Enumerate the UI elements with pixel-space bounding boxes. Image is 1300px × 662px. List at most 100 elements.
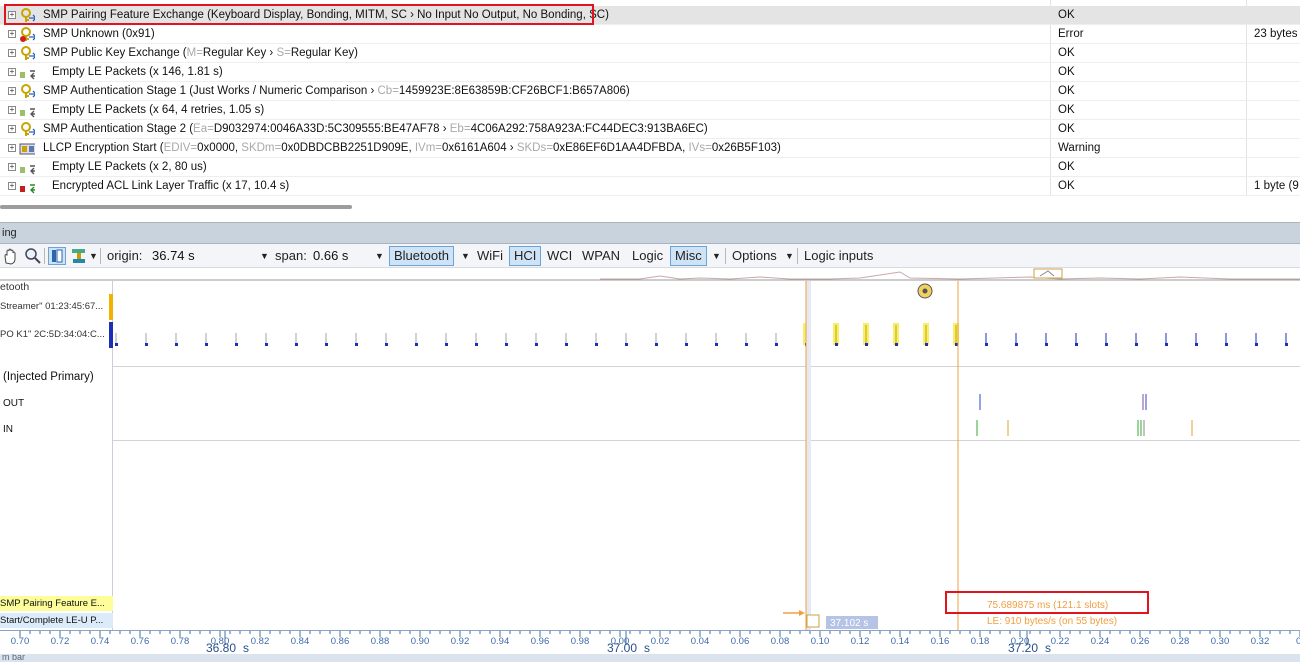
options-dropdown-icon[interactable]: ▼ <box>785 247 794 265</box>
span-input[interactable]: 0.66 s <box>313 247 373 265</box>
packet-dot <box>295 343 298 346</box>
overview-activity-graph <box>0 268 1300 281</box>
origin-dropdown-icon[interactable]: ▼ <box>260 247 269 265</box>
expand-icon[interactable]: + <box>8 144 16 152</box>
empty-packets-icon <box>20 165 35 175</box>
bluetooth-dropdown-icon[interactable]: ▼ <box>461 247 470 265</box>
lane-le-u[interactable]: Start/Complete LE-U P... <box>0 613 113 628</box>
tab-wpan[interactable]: WPAN <box>582 247 620 265</box>
field-text: SMP Authentication Stage 1 (Just Works /… <box>43 85 378 97</box>
field-text: D9032974:0046A33D:5C309555:BE47AF78 › <box>213 123 450 135</box>
status-bar-text: m bar <box>2 654 26 662</box>
packet-name: Empty LE Packets (x 146, 1.81 s) <box>52 66 223 78</box>
axis-tick-label: 0.10 <box>811 636 830 647</box>
lane-hci-out[interactable]: OUT <box>3 398 116 409</box>
tab-logic[interactable]: Logic <box>632 247 663 265</box>
expand-icon[interactable]: + <box>8 49 16 57</box>
toolbar-separator <box>797 248 798 264</box>
lane-hci-in[interactable]: IN <box>3 424 116 435</box>
expand-icon[interactable]: + <box>8 163 16 171</box>
packet-name-cell: + SMP Unknown (0x91) <box>0 25 1050 44</box>
axis-tick-label: 0.70 <box>11 636 30 647</box>
packet-dot <box>1135 343 1138 346</box>
packet-dot <box>595 343 598 346</box>
packet-dot <box>685 343 688 346</box>
expand-icon[interactable]: + <box>8 87 16 95</box>
lane-device-1[interactable]: Streamer" 01:23:45:67... <box>0 294 113 320</box>
field-text: 0x26B5F103) <box>711 142 781 154</box>
packet-row[interactable]: + SMP Unknown (0x91) Error 23 bytes <box>0 25 1300 44</box>
packet-row[interactable]: + SMP Public Key Exchange (M=Regular Key … <box>0 44 1300 63</box>
lane-device-2[interactable]: PO K1" 2C:5D:34:04:C... <box>0 322 113 348</box>
logic-inputs-button[interactable]: Logic inputs <box>804 247 873 265</box>
tab-hci[interactable]: HCI <box>509 246 542 266</box>
packet-row[interactable]: + Empty LE Packets (x 2, 80 us) OK <box>0 158 1300 177</box>
expand-icon[interactable]: + <box>8 106 16 114</box>
packet-dot <box>985 343 988 346</box>
lane-smp-pairing[interactable]: SMP Pairing Feature E... <box>0 596 113 611</box>
axis-tick-label: 0.72 <box>51 636 70 647</box>
packet-row[interactable]: + LLCP Encryption Start (EDIV=0x0000, SKD… <box>0 139 1300 158</box>
misc-dropdown-icon[interactable]: ▼ <box>712 247 721 265</box>
packet-row[interactable]: + Empty LE Packets (x 64, 4 retries, 1.05… <box>0 101 1300 120</box>
axis-tick-label: 0.24 <box>1091 636 1110 647</box>
origin-input[interactable]: 36.74 s <box>152 247 262 265</box>
axis-tick-label: 0. <box>1296 636 1300 647</box>
options-menu[interactable]: Options <box>732 247 777 265</box>
span-dropdown-icon[interactable]: ▼ <box>375 247 384 265</box>
axis-tick-label: 0.82 <box>251 636 270 647</box>
packet-row[interactable]: + Encrypted ACL Link Layer Traffic (x 17,… <box>0 177 1300 196</box>
packet-dot <box>415 343 418 346</box>
field-text: 0x0DBDCBB2251D909E, <box>281 142 415 154</box>
measurement-rate: LE: 910 bytes/s (on 55 bytes) <box>987 616 1117 627</box>
packet-name: SMP Unknown (0x91) <box>43 28 155 40</box>
timing-plot[interactable]: 37.102 s 75.689875 ms (121.1 slots) LE: 91… <box>113 281 1300 631</box>
hand-tool-icon[interactable] <box>2 248 20 265</box>
horizontal-scrollbar[interactable] <box>0 205 352 209</box>
field-text: 0x6161A604 › <box>442 142 517 154</box>
toolbar-separator <box>725 248 726 264</box>
packet-dot <box>355 343 358 346</box>
field-label: Eb= <box>449 123 471 135</box>
packet-status: OK <box>1058 66 1075 78</box>
packet-dot <box>1015 343 1018 346</box>
packet-dot <box>1165 343 1168 346</box>
expand-icon[interactable]: + <box>8 30 16 38</box>
zoom-icon[interactable] <box>24 247 42 265</box>
expand-icon[interactable]: + <box>8 125 16 133</box>
packet-dot <box>775 343 778 346</box>
packet-status: OK <box>1058 85 1075 97</box>
packet-row[interactable]: + SMP Authentication Stage 1 (Just Works … <box>0 82 1300 101</box>
expand-icon[interactable]: + <box>8 182 16 190</box>
packet-status: OK <box>1058 123 1075 135</box>
lane-group-bluetooth[interactable]: etooth <box>0 281 113 293</box>
marker-tool-icon[interactable] <box>70 247 88 265</box>
axis-tick-label: 0.12 <box>851 636 870 647</box>
field-label: Ea= <box>193 123 214 135</box>
empty-packets-icon <box>20 70 35 80</box>
packet-dot <box>1285 343 1288 346</box>
axis-tick-label: 0.14 <box>891 636 910 647</box>
packet-dot <box>505 343 508 346</box>
lane-group-hci[interactable]: (Injected Primary) <box>3 371 116 383</box>
packet-row[interactable]: + SMP Authentication Stage 2 (Ea=D9032974… <box>0 120 1300 139</box>
toolbar-separator <box>100 248 101 264</box>
timeline-overview[interactable] <box>0 268 1300 281</box>
axis-tick-label: 0.02 <box>651 636 670 647</box>
packet-name: SMP Public Key Exchange (M=Regular Key ›… <box>43 47 358 59</box>
packet-name: Empty LE Packets (x 64, 4 retries, 1.05 … <box>52 104 265 116</box>
panel-toggle-icon[interactable] <box>48 247 66 265</box>
chevron-down-icon[interactable]: ▼ <box>89 247 98 265</box>
packet-name: Encrypted ACL Link Layer Traffic (x 17, … <box>52 180 290 192</box>
packet-dot <box>925 343 928 346</box>
tab-wci[interactable]: WCI <box>547 247 572 265</box>
field-text: Regular Key › <box>202 47 277 59</box>
tab-misc[interactable]: Misc <box>670 246 707 266</box>
packet-dot <box>235 343 238 346</box>
tab-bluetooth[interactable]: Bluetooth <box>389 246 454 266</box>
time-axis[interactable]: 0.70 0.72 0.74 0.76 0.78 0.80 0.82 0.84 0.86 0.88… <box>0 630 1300 655</box>
tab-wifi[interactable]: WiFi <box>477 247 503 265</box>
packet-row[interactable]: + Empty LE Packets (x 146, 1.81 s) OK <box>0 63 1300 82</box>
packet-dot <box>865 343 868 346</box>
expand-icon[interactable]: + <box>8 68 16 76</box>
